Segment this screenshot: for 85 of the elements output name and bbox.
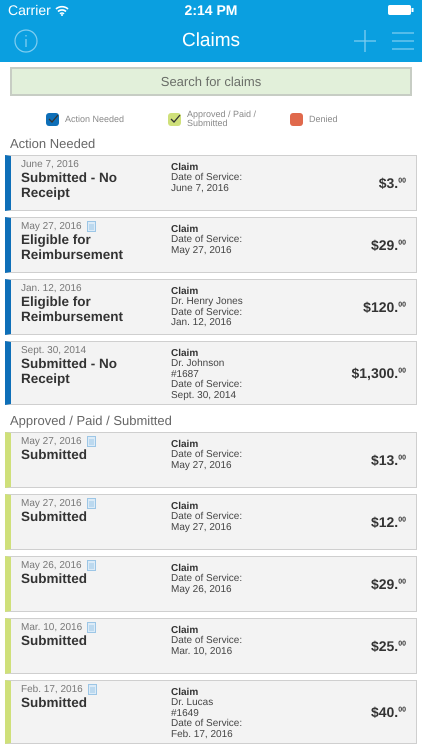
add-icon[interactable] bbox=[354, 30, 376, 52]
claim-amount: $13.$^{00}$ bbox=[370, 452, 406, 468]
claim-detail: Dr. Henry Jones bbox=[171, 297, 244, 308]
claim-detail: Feb. 17, 2016 bbox=[171, 730, 234, 740]
section-header: Approved / Paid / Submitted bbox=[10, 413, 172, 428]
claim-date: Sept. 30, 2014 bbox=[21, 345, 86, 356]
claim-detail: Sept. 30, 2014 bbox=[171, 390, 238, 401]
claim-detail: June 7, 2016 bbox=[171, 184, 230, 194]
carrier-label: Carrier bbox=[8, 2, 51, 18]
claim-detail: #1687 bbox=[171, 370, 200, 380]
claim-date: May 27, 2016 bbox=[21, 221, 82, 232]
claim-detail: Date of Service: bbox=[171, 380, 244, 390]
claim-date: May 27, 2016 bbox=[21, 498, 82, 509]
claim-label: Claim bbox=[171, 625, 198, 636]
claim-date: June 7, 2016 bbox=[21, 159, 79, 170]
wifi-icon bbox=[54, 4, 69, 16]
claim-detail: Dr. Lucas bbox=[171, 698, 214, 708]
claim-label: Claim bbox=[171, 687, 200, 698]
claim-label: Claim bbox=[171, 348, 198, 359]
claim-detail: Mar. 10, 2016 bbox=[171, 646, 234, 657]
claim-detail: May 27, 2016 bbox=[171, 460, 233, 471]
claim-status: Submitted bbox=[21, 447, 88, 462]
claim-card[interactable]: Jan. 12, 2016 Eligible for Reimbursement Claim Dr. Henry Jones Date of Service: Jan. 12, 2016 $120.$^{00}$ bbox=[5, 279, 417, 335]
claim-amount: $3.$^{00}$ bbox=[378, 175, 406, 191]
claim-detail: Date of Service: bbox=[171, 719, 244, 730]
claim-detail: Date of Service: bbox=[171, 235, 244, 246]
claim-label: Claim bbox=[171, 224, 198, 235]
status-time: 2:14 PM bbox=[184, 2, 238, 18]
checked-swatch-icon[interactable] bbox=[168, 112, 181, 126]
claim-card[interactable]: June 7, 2016 Submitted - No Receipt Claim Date of Service: June 7, 2016 $3.$^{00}$ bbox=[5, 155, 417, 211]
claim-status: Eligible for Reimbursement bbox=[21, 294, 124, 324]
section-header: Action Needed bbox=[10, 136, 96, 151]
claim-status: Submitted - No Receipt bbox=[21, 170, 118, 200]
search-field[interactable]: Search for claims bbox=[10, 66, 412, 96]
claim-detail: May 26, 2016 bbox=[171, 584, 233, 595]
claim-card[interactable]: Sept. 30, 2014 Submitted - No Receipt Claim Dr. Johnson #1687 Date of Service: Sept. 30, 2014 $1,300.$^{00}$ bbox=[5, 341, 417, 405]
claim-card[interactable]: May 27, 2016 Eligible for Reimbursement Claim Date of Service: May 27, 2016 $29.$^{00}$ bbox=[5, 217, 417, 273]
claim-amount: $29.$^{00}$ bbox=[370, 576, 406, 592]
claim-status: Submitted bbox=[21, 509, 88, 524]
claim-label: Claim bbox=[171, 439, 198, 450]
claim-amount: $29.$^{00}$ bbox=[370, 237, 406, 253]
claim-detail: Date of Service: bbox=[171, 173, 244, 184]
legend-label: Approved / Paid / Submitted bbox=[187, 110, 258, 128]
claim-detail: Jan. 12, 2016 bbox=[171, 318, 233, 328]
claim-card[interactable]: May 27, 2016 Submitted Claim Date of Service: May 27, 2016 $12.$^{00}$ bbox=[5, 494, 417, 550]
screen-title: Claims bbox=[182, 30, 240, 52]
claim-detail: May 27, 2016 bbox=[171, 246, 233, 256]
claim-detail: #1649 bbox=[171, 708, 200, 718]
claim-date: Jan. 12, 2016 bbox=[21, 283, 82, 294]
claim-status: Submitted bbox=[21, 695, 88, 710]
claim-amount: $12.$^{00}$ bbox=[370, 514, 406, 530]
claim-detail: Date of Service: bbox=[171, 450, 244, 460]
legend-label: Action Needed bbox=[65, 114, 124, 124]
menu-icon[interactable] bbox=[392, 32, 414, 50]
claim-amount: $1,300.$^{00}$ bbox=[351, 365, 406, 381]
claim-detail: Date of Service: bbox=[171, 308, 244, 318]
claim-card[interactable]: May 26, 2016 Submitted Claim Date of Service: May 26, 2016 $29.$^{00}$ bbox=[5, 556, 417, 612]
claim-amount: $120.$^{00}$ bbox=[363, 299, 406, 315]
claim-label: Claim bbox=[171, 162, 198, 173]
claim-amount: $40.$^{00}$ bbox=[370, 704, 406, 720]
claim-status: Eligible for Reimbursement bbox=[21, 232, 124, 262]
claim-detail: Date of Service: bbox=[171, 574, 244, 584]
claim-status: Submitted bbox=[21, 633, 88, 648]
info-icon[interactable] bbox=[14, 28, 38, 53]
claim-date: Feb. 17, 2016 bbox=[21, 684, 83, 695]
claim-date: May 27, 2016 bbox=[21, 436, 82, 447]
battery-icon bbox=[388, 5, 414, 15]
claim-detail: May 27, 2016 bbox=[171, 522, 233, 533]
claim-status: Submitted bbox=[21, 571, 88, 586]
checked-swatch-icon[interactable] bbox=[46, 112, 59, 126]
claim-card[interactable]: Feb. 17, 2016 Submitted Claim Dr. Lucas #1649 Date of Service: Feb. 17, 2016 $40.$^{00}$ bbox=[5, 680, 417, 744]
claim-date: May 26, 2016 bbox=[21, 560, 82, 571]
legend-label: Denied bbox=[309, 114, 338, 124]
claim-status: Submitted - No Receipt bbox=[21, 356, 118, 386]
swatch-icon[interactable] bbox=[290, 112, 303, 126]
claim-amount: $25.$^{00}$ bbox=[370, 638, 406, 654]
claim-card[interactable]: May 27, 2016 Submitted Claim Date of Service: May 27, 2016 $13.$^{00}$ bbox=[5, 432, 417, 488]
claim-date: Mar. 10, 2016 bbox=[21, 622, 82, 633]
claim-detail: Date of Service: bbox=[171, 512, 244, 522]
claim-card[interactable]: Mar. 10, 2016 Submitted Claim Date of Service: Mar. 10, 2016 $25.$^{00}$ bbox=[5, 618, 417, 674]
claim-detail: Dr. Johnson bbox=[171, 359, 226, 370]
claim-label: Claim bbox=[171, 286, 200, 297]
claim-label: Claim bbox=[171, 563, 198, 574]
claim-label: Claim bbox=[171, 501, 198, 512]
claim-detail: Date of Service: bbox=[171, 636, 244, 646]
